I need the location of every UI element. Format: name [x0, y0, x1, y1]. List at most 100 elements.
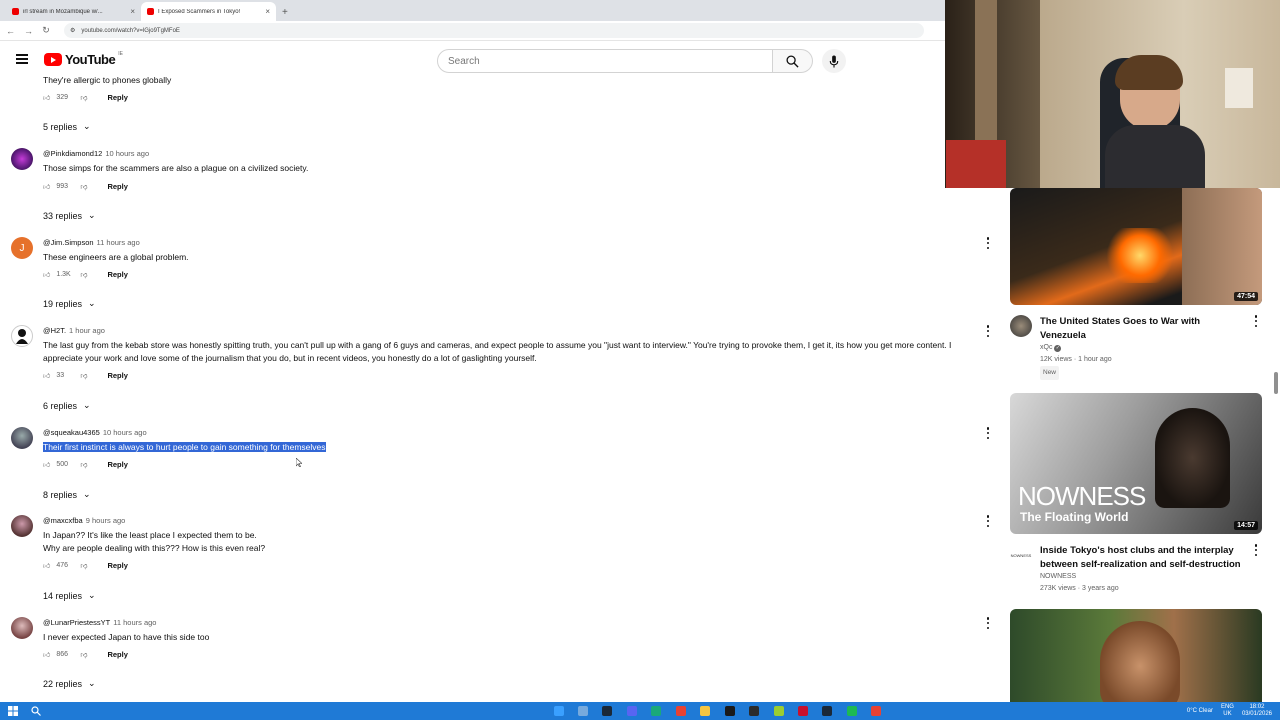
voice-search-button[interactable] [822, 49, 846, 73]
comment-time[interactable]: 1 hour ago [69, 326, 105, 335]
replies-toggle[interactable]: 19 replies ⌄ [43, 298, 96, 309]
replies-toggle[interactable]: 8 replies ⌄ [43, 489, 91, 500]
avatar[interactable] [11, 325, 33, 347]
dislike-icon[interactable]: 👎︎ [80, 182, 87, 191]
reply-button[interactable]: Reply [107, 650, 127, 659]
like-icon[interactable]: 👍︎ [43, 460, 50, 469]
recommended-video[interactable] [1010, 609, 1262, 702]
avatar[interactable] [11, 427, 33, 449]
like-icon[interactable]: 👍︎ [43, 561, 50, 570]
video-thumbnail[interactable] [1010, 609, 1262, 702]
clock[interactable]: 18:02 03/01/2026 [1242, 704, 1272, 718]
obs-icon[interactable] [749, 706, 759, 716]
file-explorer-icon[interactable] [700, 706, 710, 716]
close-tab-icon[interactable]: × [130, 7, 135, 16]
comment-menu-icon[interactable] [986, 427, 990, 439]
comment-author[interactable]: @H2T. [43, 326, 66, 335]
url-field[interactable]: ⚙ youtube.com/watch?v=lGjo9TgMFoE [64, 23, 924, 38]
avatar[interactable]: J [11, 237, 33, 259]
app-icon[interactable] [774, 706, 784, 716]
chrome-icon[interactable] [871, 706, 881, 716]
comment-time[interactable]: 9 hours ago [86, 516, 126, 525]
comment-author[interactable]: @Jim.Simpson [43, 238, 94, 247]
replies-toggle[interactable]: 22 replies ⌄ [43, 678, 96, 689]
video-title[interactable]: The United States Goes to War with Venez… [1040, 315, 1245, 342]
site-info-icon[interactable]: ⚙ [70, 27, 75, 34]
comment-time[interactable]: 10 hours ago [105, 149, 149, 158]
comment-author[interactable]: @Pinkdiamond12 [43, 149, 102, 158]
comment-menu-icon[interactable] [986, 617, 990, 629]
like-icon[interactable]: 👍︎ [43, 182, 50, 191]
avatar[interactable] [11, 515, 33, 537]
reply-button[interactable]: Reply [107, 561, 127, 570]
like-icon[interactable]: 👍︎ [43, 650, 50, 659]
avatar[interactable] [11, 617, 33, 639]
app-icon[interactable] [725, 706, 735, 716]
recommended-video[interactable]: NOWNESS The Floating World 14:57 NOWNESS… [1010, 393, 1262, 592]
reply-button[interactable]: Reply [107, 182, 127, 191]
browser-tab-2[interactable]: I Exposed Scammers in Tokyo! × [141, 2, 276, 21]
search-input[interactable]: Search [437, 49, 773, 73]
dislike-icon[interactable]: 👎︎ [80, 93, 87, 102]
like-icon[interactable]: 👍︎ [43, 371, 50, 380]
steam-icon[interactable] [602, 706, 612, 716]
comment-author[interactable]: @squeakau4365 [43, 428, 100, 437]
video-thumbnail[interactable]: 47:54 [1010, 188, 1262, 305]
spotify-icon[interactable] [847, 706, 857, 716]
dislike-icon[interactable]: 👎︎ [80, 561, 87, 570]
video-menu-icon[interactable] [1254, 544, 1258, 556]
language-indicator[interactable]: ENG UK [1221, 704, 1234, 718]
page-scrollbar[interactable] [1274, 372, 1278, 394]
windows-start-icon[interactable] [8, 706, 18, 716]
like-icon[interactable]: 👍︎ [43, 93, 50, 102]
dislike-icon[interactable]: 👎︎ [80, 371, 87, 380]
like-icon[interactable]: 👍︎ [43, 270, 50, 279]
reply-button[interactable]: Reply [107, 270, 127, 279]
hamburger-menu-icon[interactable] [16, 54, 28, 64]
reply-button[interactable]: Reply [107, 460, 127, 469]
browser-tab-1[interactable]: irl stream in Mozambique w/... × [6, 2, 141, 21]
app-icon[interactable] [578, 706, 588, 716]
comment-time[interactable]: 11 hours ago [97, 238, 140, 247]
reload-icon[interactable]: ↻ [42, 25, 50, 36]
dislike-icon[interactable]: 👎︎ [80, 270, 87, 279]
video-thumbnail[interactable]: NOWNESS The Floating World 14:57 [1010, 393, 1262, 534]
search-button[interactable] [773, 49, 813, 73]
recommended-video[interactable]: 47:54 The United States Goes to War with… [1010, 188, 1262, 380]
comment-menu-icon[interactable] [986, 237, 990, 249]
reply-button[interactable]: Reply [107, 93, 127, 102]
channel-avatar[interactable] [1010, 315, 1032, 337]
avatar[interactable] [11, 148, 33, 170]
comment-time[interactable]: 11 hours ago [113, 618, 156, 627]
new-tab-button[interactable]: + [276, 7, 294, 21]
chrome-icon[interactable] [676, 706, 686, 716]
channel-name[interactable]: xQc [1040, 344, 1052, 351]
comment-time[interactable]: 10 hours ago [103, 428, 147, 437]
reply-button[interactable]: Reply [107, 371, 127, 380]
comment-menu-icon[interactable] [986, 325, 990, 337]
dislike-icon[interactable]: 👎︎ [80, 460, 87, 469]
video-title[interactable]: Inside Tokyo's host clubs and the interp… [1040, 544, 1245, 571]
steam-icon[interactable] [822, 706, 832, 716]
channel-name[interactable]: NOWNESS [1040, 571, 1245, 583]
replies-toggle[interactable]: 5 replies ⌄ [43, 121, 91, 132]
comment-menu-icon[interactable] [986, 515, 990, 527]
comment-author[interactable]: @maxcxfba [43, 516, 83, 525]
channel-avatar[interactable]: NOWNESS [1010, 544, 1032, 566]
dislike-icon[interactable]: 👎︎ [80, 650, 87, 659]
replies-toggle[interactable]: 33 replies ⌄ [43, 210, 96, 221]
taskbar-search-icon[interactable] [31, 706, 41, 716]
back-icon[interactable]: ← [6, 26, 15, 36]
forward-icon[interactable]: → [24, 26, 33, 36]
close-tab-icon[interactable]: × [265, 7, 270, 16]
replies-toggle[interactable]: 6 replies ⌄ [43, 400, 91, 411]
video-menu-icon[interactable] [1254, 315, 1258, 327]
app-icon[interactable] [651, 706, 661, 716]
edge-icon[interactable] [554, 706, 564, 716]
replies-toggle[interactable]: 14 replies ⌄ [43, 590, 96, 601]
app-icon[interactable] [798, 706, 808, 716]
weather-text[interactable]: 0°C Clear [1187, 708, 1213, 714]
discord-icon[interactable] [627, 706, 637, 716]
youtube-logo[interactable]: YouTube IE [44, 51, 123, 67]
comment-author[interactable]: @LunarPriestessYT [43, 618, 110, 627]
